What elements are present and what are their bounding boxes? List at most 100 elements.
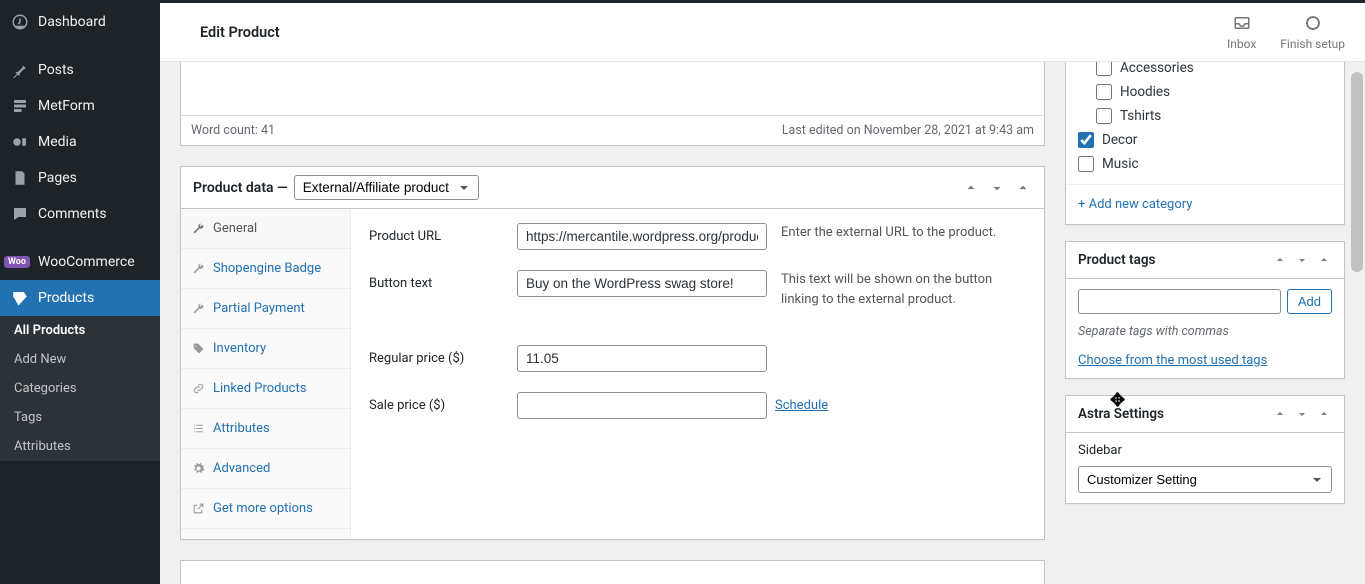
admin-sidebar: Dashboard Posts MetForm Media Pages Comm… bbox=[0, 0, 160, 584]
menu-label: Pages bbox=[38, 170, 77, 186]
menu-label: Products bbox=[38, 290, 94, 306]
category-label: Accessories bbox=[1120, 62, 1194, 76]
product-url-help: Enter the external URL to the product. bbox=[781, 223, 1026, 243]
menu-posts[interactable]: Posts bbox=[0, 52, 160, 88]
menu-label: Media bbox=[38, 134, 77, 150]
move-down-icon[interactable] bbox=[988, 179, 1006, 197]
product-data-tabs: General Shopengine Badge Partial Payment… bbox=[181, 209, 351, 539]
product-url-label: Product URL bbox=[369, 223, 517, 244]
product-data-panel: Product data — External/Affiliate produc… bbox=[180, 166, 1045, 540]
move-down-icon[interactable] bbox=[1294, 252, 1310, 268]
category-label: Music bbox=[1102, 156, 1139, 172]
toggle-panel-icon[interactable] bbox=[1014, 179, 1032, 197]
category-list: ClothingAccessoriesHoodiesTshirtsDecorMu… bbox=[1066, 62, 1344, 185]
category-item[interactable]: Accessories bbox=[1078, 62, 1332, 80]
product-data-label: Product data — bbox=[193, 180, 288, 196]
move-up-icon[interactable] bbox=[962, 179, 980, 197]
menu-label: Comments bbox=[38, 206, 107, 222]
tab-get-more-options[interactable]: Get more options bbox=[181, 489, 350, 529]
tab-attributes[interactable]: Attributes bbox=[181, 409, 350, 449]
schedule-link[interactable]: Schedule bbox=[775, 398, 828, 413]
tab-general[interactable]: General bbox=[181, 209, 350, 249]
menu-label: Posts bbox=[38, 62, 74, 78]
external-icon bbox=[191, 502, 205, 515]
category-checkbox[interactable] bbox=[1096, 108, 1112, 124]
category-item[interactable]: Decor bbox=[1078, 128, 1332, 152]
astra-settings-panel: Astra Settings ✥ Sidebar Customizer Sett… bbox=[1065, 395, 1345, 504]
add-new-category-link[interactable]: + Add new category bbox=[1066, 193, 1344, 224]
wrench-icon bbox=[191, 262, 205, 275]
menu-metform[interactable]: MetForm bbox=[0, 88, 160, 124]
astra-settings-title: Astra Settings bbox=[1078, 406, 1164, 422]
woocommerce-icon: Woo bbox=[10, 252, 30, 272]
tab-advanced[interactable]: Advanced bbox=[181, 449, 350, 489]
pin-icon bbox=[10, 60, 30, 80]
comment-icon bbox=[10, 204, 30, 224]
move-up-icon[interactable] bbox=[1272, 406, 1288, 422]
category-item[interactable]: Music bbox=[1078, 152, 1332, 176]
category-checkbox[interactable] bbox=[1078, 156, 1094, 172]
submenu-add-new[interactable]: Add New bbox=[0, 345, 160, 374]
submenu-all-products[interactable]: All Products bbox=[0, 316, 160, 345]
toggle-panel-icon[interactable] bbox=[1316, 406, 1332, 422]
inbox-icon bbox=[1232, 13, 1252, 33]
menu-label: MetForm bbox=[38, 98, 95, 114]
menu-products[interactable]: Products bbox=[0, 280, 160, 316]
products-icon bbox=[10, 288, 30, 308]
submenu-tags[interactable]: Tags bbox=[0, 403, 160, 432]
sale-price-input[interactable] bbox=[517, 392, 767, 419]
media-icon bbox=[10, 132, 30, 152]
add-tag-button[interactable]: Add bbox=[1287, 289, 1332, 314]
button-text-label: Button text bbox=[369, 270, 517, 291]
scrollbar[interactable] bbox=[1349, 62, 1365, 584]
button-text-input[interactable] bbox=[517, 270, 767, 297]
circle-icon bbox=[1303, 13, 1323, 33]
tag-icon bbox=[191, 342, 205, 355]
category-checkbox[interactable] bbox=[1096, 62, 1112, 76]
tag-input[interactable] bbox=[1078, 289, 1281, 314]
product-url-input[interactable] bbox=[517, 223, 767, 250]
category-item[interactable]: Hoodies bbox=[1078, 80, 1332, 104]
wrench-icon bbox=[191, 302, 205, 315]
menu-comments[interactable]: Comments bbox=[0, 196, 160, 232]
page-title: Edit Product bbox=[200, 24, 280, 41]
menu-label: WooCommerce bbox=[38, 254, 135, 270]
next-panel-placeholder bbox=[180, 560, 1045, 584]
list-icon bbox=[191, 422, 205, 435]
menu-pages[interactable]: Pages bbox=[0, 160, 160, 196]
tags-help-text: Separate tags with commas bbox=[1078, 324, 1332, 339]
scrollbar-thumb[interactable] bbox=[1351, 72, 1363, 272]
category-checkbox[interactable] bbox=[1096, 84, 1112, 100]
pages-icon bbox=[10, 168, 30, 188]
inbox-button[interactable]: Inbox bbox=[1227, 13, 1256, 51]
menu-woocommerce[interactable]: Woo WooCommerce bbox=[0, 244, 160, 280]
last-edited: Last edited on November 28, 2021 at 9:43… bbox=[782, 123, 1034, 138]
tab-shopengine-badge[interactable]: Shopengine Badge bbox=[181, 249, 350, 289]
finish-setup-button[interactable]: Finish setup bbox=[1280, 13, 1345, 51]
gear-icon bbox=[191, 462, 205, 475]
choose-tags-link[interactable]: Choose from the most used tags bbox=[1078, 353, 1267, 368]
move-down-icon[interactable] bbox=[1294, 406, 1310, 422]
product-type-select[interactable]: External/Affiliate product bbox=[294, 175, 479, 200]
tab-inventory[interactable]: Inventory bbox=[181, 329, 350, 369]
category-label: Hoodies bbox=[1120, 84, 1170, 100]
move-up-icon[interactable] bbox=[1272, 252, 1288, 268]
dashboard-icon bbox=[10, 12, 30, 32]
product-categories-panel: ClothingAccessoriesHoodiesTshirtsDecorMu… bbox=[1065, 62, 1345, 225]
product-tags-panel: Product tags Add Separate tags with comm bbox=[1065, 241, 1345, 379]
tab-partial-payment[interactable]: Partial Payment bbox=[181, 289, 350, 329]
sidebar-setting-label: Sidebar bbox=[1078, 443, 1332, 458]
menu-dashboard[interactable]: Dashboard bbox=[0, 4, 160, 40]
sidebar-setting-select[interactable]: Customizer Setting bbox=[1078, 466, 1332, 493]
description-editor[interactable]: Word count: 41 Last edited on November 2… bbox=[180, 62, 1045, 146]
form-icon bbox=[10, 96, 30, 116]
submenu-categories[interactable]: Categories bbox=[0, 374, 160, 403]
category-item[interactable]: Tshirts bbox=[1078, 104, 1332, 128]
category-checkbox[interactable] bbox=[1078, 132, 1094, 148]
tab-linked-products[interactable]: Linked Products bbox=[181, 369, 350, 409]
menu-media[interactable]: Media bbox=[0, 124, 160, 160]
toggle-panel-icon[interactable] bbox=[1316, 252, 1332, 268]
regular-price-input[interactable] bbox=[517, 345, 767, 372]
submenu-attributes[interactable]: Attributes bbox=[0, 432, 160, 461]
link-icon bbox=[191, 382, 205, 395]
